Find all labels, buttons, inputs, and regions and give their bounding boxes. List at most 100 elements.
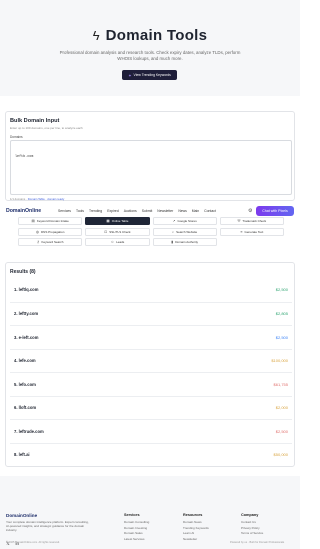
view-trending-keywords-button[interactable]: ✦ View Trending Keywords <box>122 70 177 80</box>
page-title: Domain Tools <box>105 27 208 44</box>
tool-label: Domain Authority <box>175 240 199 245</box>
sparkle-icon: ✦ <box>128 72 132 78</box>
tool-ssl-tls-check[interactable]: ⊡ SSL/TLS Check <box>85 227 150 236</box>
tool-search-website[interactable]: ⌕ Search Website <box>152 227 217 236</box>
footer-col-company: Company Contact Us Privacy Policy Terms … <box>241 513 263 537</box>
nav-item-auctions[interactable]: Auctions <box>124 209 137 213</box>
domains-label: Domains <box>10 135 23 139</box>
tool-keyword-domain-intake[interactable]: ▤ Keyword Domain Intake <box>18 217 83 225</box>
nav-item-submit[interactable]: Submit <box>142 209 153 213</box>
tool-label: SSL/TLS Check <box>109 229 131 234</box>
user-icon: ☺ <box>110 240 115 245</box>
tool-label: Leads <box>116 240 125 245</box>
tool-keyword-search[interactable]: ⚷ Keyword Search <box>18 238 83 247</box>
nav-item-contact[interactable]: Contact <box>204 209 216 213</box>
result-price: $2,500 <box>275 428 288 434</box>
tool-dns-propagation[interactable]: ◍ DNS Propagation <box>18 227 83 236</box>
result-row[interactable]: 7. leftrude.com $2,500 <box>10 419 292 443</box>
footer-col-services: Services Domain Consulting Domain Invest… <box>124 513 149 542</box>
hero-title-row: ϟ Domain Tools <box>0 27 300 44</box>
tool-trademark-check[interactable]: ⛨ Trademark Check <box>219 217 284 225</box>
result-domain[interactable]: 6. lloft.com <box>14 405 36 410</box>
result-domain[interactable]: 3. e-left.com <box>14 335 38 340</box>
nav-item-news[interactable]: News <box>178 209 186 213</box>
tool-leads[interactable]: ☺ Leads <box>85 238 150 247</box>
result-row[interactable]: 4. lefe.com $100,000 <box>10 348 292 373</box>
tool-label: Trademark Check <box>242 219 267 223</box>
table-icon: ▦ <box>106 219 110 223</box>
tool-label: Search Website <box>176 229 198 234</box>
result-domain[interactable]: 7. leftrude.com <box>14 429 44 434</box>
footer-description: Your complete domain intelligence platfo… <box>6 520 89 533</box>
tool-online-table[interactable]: ▦ Online Table <box>85 217 150 225</box>
hero-button-label: View Trending Keywords <box>133 73 171 77</box>
footer-col-title: Resources <box>183 513 203 517</box>
site-footer: DomainOnline Your complete domain intell… <box>0 476 300 549</box>
result-price: $50,000 <box>273 452 288 458</box>
footer-link[interactable]: Newsletter <box>183 537 209 543</box>
bulk-footer-prefix: 1/1 domains · <box>10 197 28 201</box>
result-domain[interactable]: 2. leftty.com <box>14 311 38 316</box>
tool-label: Online Table <box>111 219 129 223</box>
tool-label: DNS Propagation <box>41 229 65 234</box>
chat-button[interactable]: Chat with Pixels <box>256 206 294 216</box>
domains-textarea[interactable]: leftb.com <box>10 140 292 195</box>
result-domain[interactable]: 4. lefe.com <box>14 358 36 363</box>
search-icon: ⌕ <box>172 229 175 234</box>
domains-value: leftb.com <box>15 155 34 159</box>
result-row[interactable]: 1. leftlq.com $2,500 <box>10 278 292 302</box>
bulk-footer-link[interactable]: Domain Table · domain ready <box>28 197 64 201</box>
results-card: Results (8) 1. leftlq.com $2,500 2. leftt… <box>5 262 295 467</box>
footer-link[interactable]: Domain Consulting <box>124 520 149 526</box>
nav-item-main[interactable]: Main <box>192 209 199 213</box>
nav-item-expired[interactable]: Expired <box>107 209 119 213</box>
footer-brand[interactable]: DomainOnline <box>6 513 37 518</box>
result-row[interactable]: 3. e-left.com $2,500 <box>10 325 292 349</box>
result-price: $100,000 <box>271 358 288 364</box>
shield-icon: ⛨ <box>237 219 241 223</box>
nav-item-newsletter[interactable]: Newsletter <box>157 209 173 213</box>
tool-label: Google Stores <box>177 219 197 223</box>
result-price: $2,500 <box>275 287 288 293</box>
result-row[interactable]: 8. left.ai $50,000 <box>10 442 292 467</box>
footer-link[interactable]: Terms of Service <box>241 531 263 537</box>
result-row[interactable]: 2. leftty.com $2,805 <box>10 301 292 326</box>
result-domain[interactable]: 5. lefo.com <box>14 382 36 387</box>
chart-icon: ▮ <box>171 240 174 245</box>
tool-label: Generate Text <box>244 229 264 234</box>
result-price: $2,805 <box>275 311 288 317</box>
nav-item-services[interactable]: Services <box>58 209 71 213</box>
result-row[interactable]: 6. lloft.com $2,000 <box>10 395 292 420</box>
hero-subtitle: Professional domain analysis and researc… <box>59 50 241 61</box>
bulk-subtitle: Enter up to 100 domains, one per line, t… <box>10 126 83 130</box>
footer-link[interactable]: Latest Services <box>124 537 149 543</box>
footer-col-resources: Resources Domain News Trending Keywords … <box>183 513 209 542</box>
footer-col-title: Company <box>241 513 259 517</box>
gear-icon[interactable]: ⚙ <box>248 208 252 214</box>
result-price: $61,755 <box>273 381 288 387</box>
tools-grid: ▤ Keyword Domain Intake ▦ Online Table ↗ Go… <box>18 217 284 247</box>
tool-google-stores[interactable]: ↗ Google Stores <box>152 217 217 225</box>
tool-generate-text[interactable]: ≡ Generate Text <box>219 227 284 236</box>
result-domain[interactable]: 8. left.ai <box>14 452 30 457</box>
lock-icon: ⊡ <box>104 229 108 234</box>
result-price: $2,000 <box>275 405 288 411</box>
nav-item-trending[interactable]: Trending <box>89 209 102 213</box>
tool-label: Keyword Search <box>41 240 64 245</box>
result-domain[interactable]: 1. leftlq.com <box>14 287 38 292</box>
top-nav: DomainOnline Services Tools Trending Exp… <box>0 205 300 217</box>
nav-brand[interactable]: DomainOnline <box>6 208 41 214</box>
hero-section: ϟ Domain Tools Professional domain analy… <box>0 0 300 96</box>
document-icon: ▤ <box>31 219 35 223</box>
footer-col-title: Services <box>124 513 140 517</box>
bulk-domain-input-card: Bulk Domain Input Enter up to 100 domain… <box>5 111 295 201</box>
result-row[interactable]: 5. lefo.com $61,755 <box>10 372 292 396</box>
nav-menu: Services Tools Trending Expired Auctions… <box>58 209 216 213</box>
nav-item-tools[interactable]: Tools <box>76 209 84 213</box>
result-price: $2,500 <box>275 334 288 340</box>
results-title: Results (8) <box>10 269 36 275</box>
footer-copyright: © 2025 DomainOnline.com. All rights rese… <box>6 541 60 544</box>
bulk-title: Bulk Domain Input <box>10 118 60 124</box>
tool-domain-authority[interactable]: ▮ Domain Authority <box>152 238 217 247</box>
globe-icon: ◍ <box>35 229 40 234</box>
